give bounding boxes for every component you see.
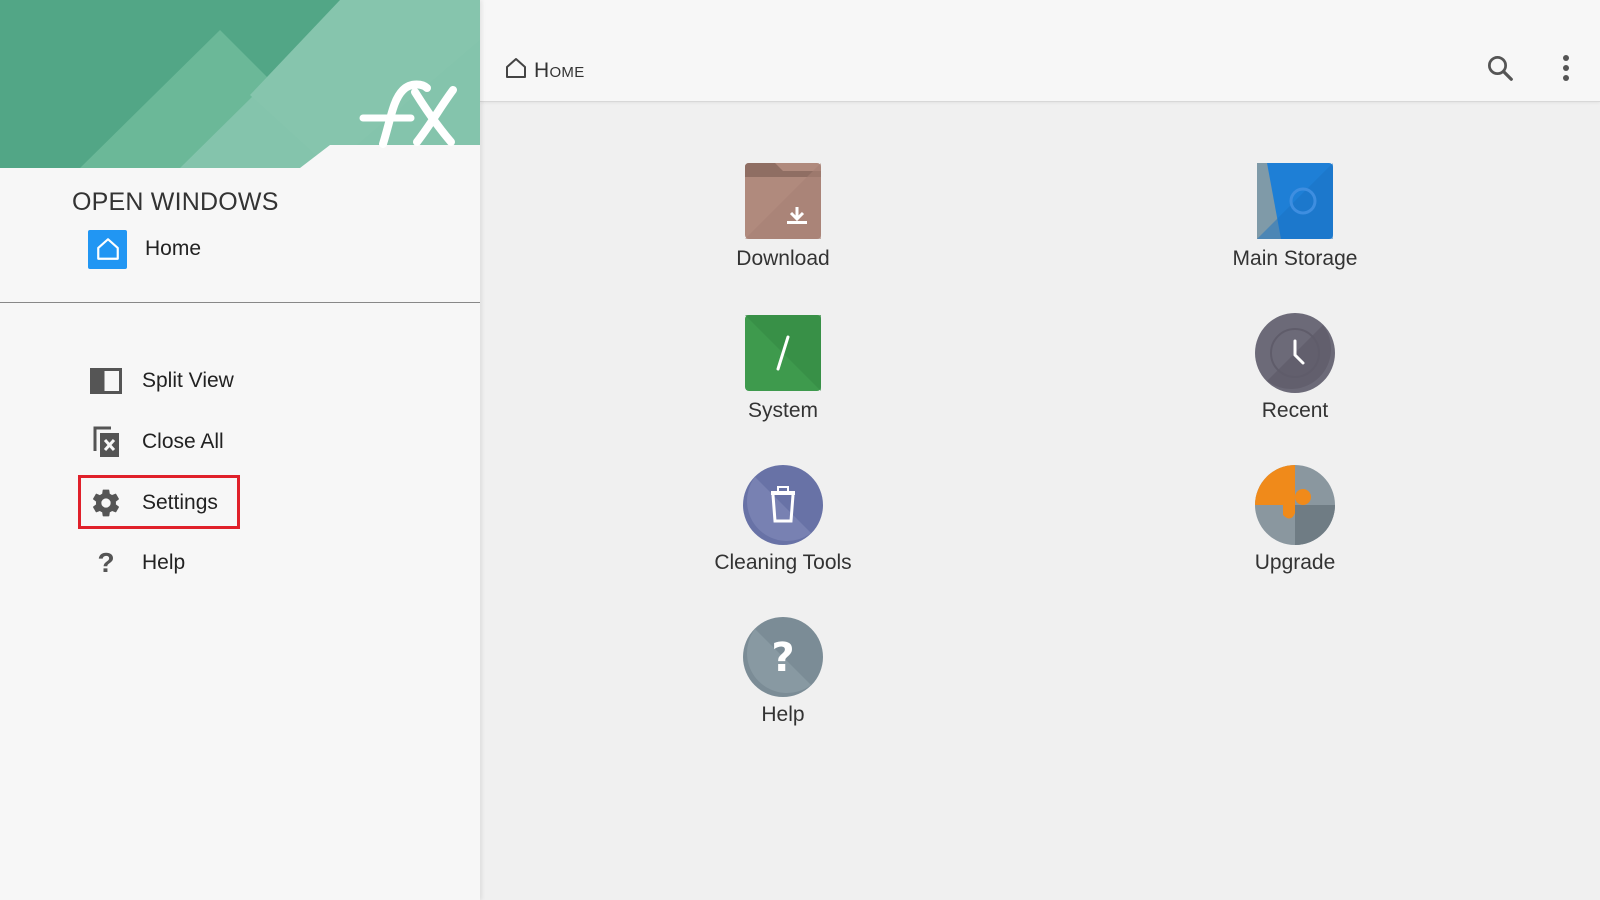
search-icon bbox=[1485, 53, 1515, 88]
system-root-icon bbox=[743, 313, 823, 393]
trash-icon bbox=[743, 465, 823, 545]
storage-icon bbox=[1255, 161, 1335, 241]
open-window-home[interactable]: Home bbox=[88, 228, 201, 270]
tile-label: System bbox=[747, 399, 818, 422]
tile-label: Main Storage bbox=[1232, 247, 1358, 270]
menu-item-help[interactable]: ? Help bbox=[88, 541, 185, 585]
split-view-icon bbox=[88, 363, 124, 399]
open-windows-heading: OPEN WINDOWS bbox=[72, 188, 279, 216]
tile-recent[interactable]: Recent bbox=[1185, 313, 1405, 443]
drawer-divider bbox=[0, 302, 480, 303]
top-toolbar: Home bbox=[480, 0, 1600, 102]
tile-label: Cleaning Tools bbox=[714, 551, 852, 574]
tile-main-storage[interactable]: Main Storage bbox=[1185, 161, 1405, 291]
tile-label: Recent bbox=[1261, 399, 1329, 422]
tile-help[interactable]: ? Help bbox=[673, 617, 893, 747]
fx-logo bbox=[355, 78, 465, 148]
clock-icon bbox=[1255, 313, 1335, 393]
svg-text:?: ? bbox=[771, 635, 794, 681]
tile-system[interactable]: System bbox=[673, 313, 893, 443]
download-folder-icon bbox=[743, 161, 823, 241]
navigation-drawer: OPEN WINDOWS Home Split View Close All S… bbox=[0, 0, 480, 900]
menu-label: Split View bbox=[142, 369, 234, 392]
breadcrumb-label: Home bbox=[534, 58, 585, 82]
puzzle-icon bbox=[1255, 465, 1335, 545]
more-vertical-icon bbox=[1562, 54, 1570, 87]
menu-label: Help bbox=[142, 551, 186, 574]
overflow-menu-button[interactable] bbox=[1546, 50, 1586, 90]
tile-label: Upgrade bbox=[1254, 551, 1336, 574]
tile-download[interactable]: Download bbox=[673, 161, 893, 291]
home-icon bbox=[88, 229, 127, 269]
tile-upgrade[interactable]: Upgrade bbox=[1185, 465, 1405, 595]
tile-label: Help bbox=[761, 703, 805, 726]
tile-label: Download bbox=[736, 247, 830, 270]
question-icon: ? bbox=[97, 547, 115, 578]
breadcrumb[interactable]: Home bbox=[504, 56, 585, 85]
menu-item-split-view[interactable]: Split View bbox=[88, 359, 234, 403]
menu-label: Close All bbox=[142, 430, 224, 453]
search-button[interactable] bbox=[1480, 50, 1520, 90]
home-outline-icon bbox=[504, 56, 528, 85]
settings-highlight-box bbox=[78, 475, 240, 529]
menu-item-close-all[interactable]: Close All bbox=[88, 420, 224, 464]
tile-cleaning-tools[interactable]: Cleaning Tools bbox=[673, 465, 893, 595]
help-icon: ? bbox=[743, 617, 823, 697]
close-all-icon bbox=[88, 424, 124, 460]
open-window-label: Home bbox=[145, 237, 202, 260]
drawer-header-banner bbox=[0, 0, 480, 168]
